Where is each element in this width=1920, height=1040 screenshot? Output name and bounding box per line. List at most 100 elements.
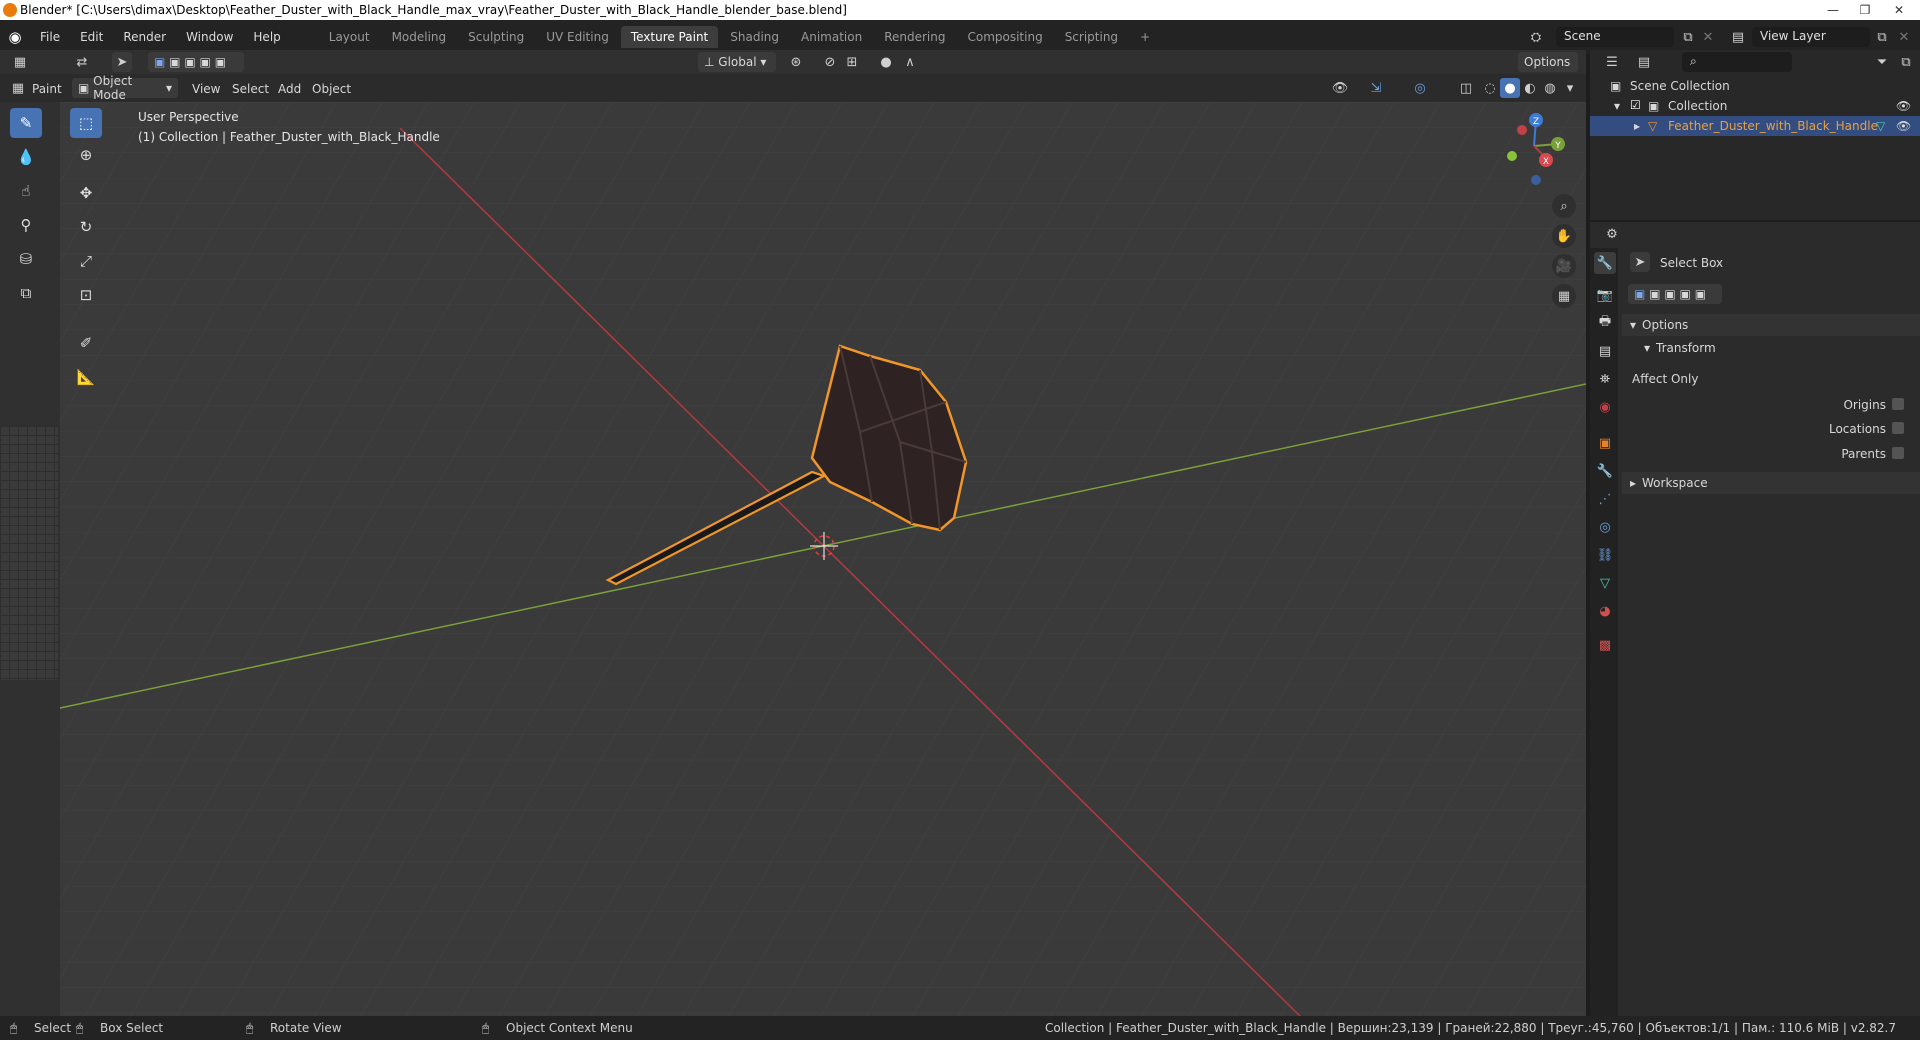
tab-sculpting[interactable]: Sculpting — [458, 26, 534, 48]
world-tab-icon[interactable]: ◉ — [1594, 396, 1616, 418]
clone-brush-icon[interactable]: ⚲ — [10, 210, 42, 240]
visibility-icon[interactable]: 👁 — [1330, 78, 1350, 98]
3d-viewport[interactable]: Z Y X ⬚ ⊕ ✥ ↻ ⤢ ⊡ ✐ 📐 User Perspective (… — [60, 102, 1586, 1016]
view-layer-tab-icon[interactable]: ▤ — [1594, 340, 1616, 362]
new-view-layer-icon[interactable]: ⧉ — [1872, 27, 1892, 47]
tab-uv-editing[interactable]: UV Editing — [536, 26, 619, 48]
filter-icon[interactable]: ⏷ — [1872, 52, 1892, 72]
material-tab-icon[interactable]: ◕ — [1594, 600, 1616, 622]
soften-brush-icon[interactable]: 💧 — [10, 142, 42, 172]
transform-orientation-dropdown[interactable]: ⊥ Global ▾ — [698, 52, 776, 72]
snap-icon[interactable]: ⊘ — [820, 52, 840, 72]
tool-mode-intersect-icon[interactable]: ▣ — [1695, 287, 1706, 301]
mode-intersect-icon[interactable]: ▣ — [215, 55, 226, 69]
maximize-button[interactable]: ❐ — [1850, 0, 1880, 20]
modifiers-tab-icon[interactable]: 🔧 — [1594, 460, 1616, 482]
blender-menu-icon[interactable]: ◉ — [0, 28, 30, 46]
shading-material-icon[interactable]: ◐ — [1520, 78, 1540, 98]
tab-texture-paint[interactable]: Texture Paint — [620, 26, 719, 48]
falloff-icon[interactable]: ∧ — [900, 52, 920, 72]
perspective-toggle-icon[interactable]: ▦ — [1552, 284, 1576, 308]
gizmo-neg-x-ball[interactable] — [1517, 125, 1527, 135]
object-mode-dropdown[interactable]: ▣ Object Mode ▾ — [72, 74, 178, 102]
annotate-tool-icon[interactable]: ✐ — [70, 328, 102, 358]
scene-icon[interactable]: ⛭ — [1526, 27, 1546, 47]
workspace-section-header[interactable]: ▸ Workspace — [1622, 472, 1920, 494]
editor-type-icon[interactable]: ▦ — [10, 52, 30, 72]
add-workspace-button[interactable]: + — [1130, 26, 1160, 48]
tool-mode-subtract-icon[interactable]: ▣ — [1664, 287, 1675, 301]
display-mode-icon[interactable]: ▤ — [1634, 52, 1654, 72]
mask-brush-icon[interactable]: ⧉ — [10, 278, 42, 308]
collection-checkbox-icon[interactable]: ☑ — [1630, 98, 1641, 112]
overlays-toggle-icon[interactable]: ◎ — [1410, 78, 1430, 98]
xray-toggle-icon[interactable]: ◫ — [1456, 78, 1476, 98]
scene-selector[interactable]: Scene — [1556, 27, 1674, 47]
particles-tab-icon[interactable]: ⋰ — [1594, 488, 1616, 510]
draw-brush-icon[interactable]: ✎ — [10, 108, 42, 138]
rotate-tool-icon[interactable]: ↻ — [70, 212, 102, 242]
transform-subsection-header[interactable]: ▾ Transform — [1622, 338, 1920, 358]
mesh-data-icon[interactable]: ▽ — [1876, 119, 1885, 133]
physics-tab-icon[interactable]: ◎ — [1594, 516, 1616, 538]
tab-modeling[interactable]: Modeling — [382, 26, 457, 48]
data-tab-icon[interactable]: ▽ — [1594, 572, 1616, 594]
brush-settings-icon[interactable]: ⇄ — [72, 52, 92, 72]
shading-solid-icon[interactable]: ● — [1500, 78, 1520, 98]
menu-edit[interactable]: Edit — [70, 30, 113, 44]
pivot-point-icon[interactable]: ⊛ — [786, 52, 806, 72]
shading-wireframe-icon[interactable]: ◌ — [1480, 78, 1500, 98]
properties-editor-icon[interactable]: ⚙ — [1602, 224, 1622, 244]
origins-checkbox[interactable] — [1892, 398, 1904, 410]
smear-brush-icon[interactable]: ☝ — [10, 176, 42, 206]
tool-mode-buttons[interactable]: ▣ ▣ ▣ ▣ ▣ — [1628, 284, 1722, 304]
tab-shading[interactable]: Shading — [720, 26, 789, 48]
menu-add[interactable]: Add — [278, 82, 301, 96]
object-visibility-icon[interactable]: 👁 — [1896, 119, 1911, 133]
snap-target-icon[interactable]: ⊞ — [842, 52, 862, 72]
scene-collection-row[interactable]: ▣ Scene Collection — [1590, 76, 1920, 96]
mode-subtract-icon[interactable]: ▣ — [184, 55, 195, 69]
menu-render[interactable]: Render — [113, 30, 176, 44]
parents-checkbox[interactable] — [1892, 447, 1904, 459]
expand-collection-icon[interactable]: ▾ — [1614, 99, 1620, 113]
outliner-search-input[interactable]: ⌕ — [1682, 52, 1792, 72]
camera-view-icon[interactable]: 🎥 — [1552, 254, 1576, 278]
tab-compositing[interactable]: Compositing — [957, 26, 1052, 48]
outliner-editor-icon[interactable]: ☰ — [1602, 52, 1622, 72]
options-section-header[interactable]: ▾ Options — [1622, 314, 1920, 336]
tool-mode-extend-icon[interactable]: ▣ — [1649, 287, 1660, 301]
object-row[interactable]: ▸ ▽ Feather_Duster_with_Black_Handle ▽ 👁 — [1590, 116, 1920, 136]
tab-layout[interactable]: Layout — [319, 26, 380, 48]
select-tool-icon[interactable]: ➤ — [112, 52, 132, 72]
proportional-edit-icon[interactable]: ● — [876, 52, 896, 72]
cursor-tool-icon[interactable]: ⊕ — [70, 140, 102, 170]
mode-invert-icon[interactable]: ▣ — [200, 55, 211, 69]
close-button[interactable]: ✕ — [1884, 0, 1914, 20]
select-mode-buttons[interactable]: ▣ ▣ ▣ ▣ ▣ — [148, 52, 244, 72]
collection-row[interactable]: ▾ ☑ ▣ Collection 👁 — [1590, 96, 1920, 116]
gizmo-neg-y-ball[interactable] — [1507, 151, 1517, 161]
measure-tool-icon[interactable]: 📐 — [70, 362, 102, 392]
new-collection-icon[interactable]: ⧉ — [1896, 52, 1916, 72]
tool-tab-icon[interactable]: 🔧 — [1594, 252, 1616, 274]
gizmo-toggle-icon[interactable]: ⇲ — [1366, 78, 1386, 98]
fill-brush-icon[interactable]: ⛁ — [10, 244, 42, 274]
minimize-button[interactable]: — — [1818, 0, 1848, 20]
mode-new-icon[interactable]: ▣ — [154, 55, 165, 69]
remove-scene-icon[interactable]: ✕ — [1698, 27, 1718, 47]
shading-rendered-icon[interactable]: ◍ — [1540, 78, 1560, 98]
tool-mode-invert-icon[interactable]: ▣ — [1680, 287, 1691, 301]
tab-rendering[interactable]: Rendering — [874, 26, 955, 48]
view-layer-selector[interactable]: View Layer — [1752, 27, 1870, 47]
object-tab-icon[interactable]: ▣ — [1594, 432, 1616, 454]
menu-file[interactable]: File — [30, 30, 70, 44]
constraints-tab-icon[interactable]: ⛓ — [1594, 544, 1616, 566]
tab-scripting[interactable]: Scripting — [1055, 26, 1128, 48]
output-tab-icon[interactable]: 🖶 — [1594, 312, 1616, 334]
collection-visibility-icon[interactable]: 👁 — [1896, 99, 1911, 113]
move-tool-icon[interactable]: ✥ — [70, 178, 102, 208]
locations-checkbox[interactable] — [1892, 422, 1904, 434]
menu-help[interactable]: Help — [243, 30, 290, 44]
view-layer-icon[interactable]: ▤ — [1728, 27, 1748, 47]
